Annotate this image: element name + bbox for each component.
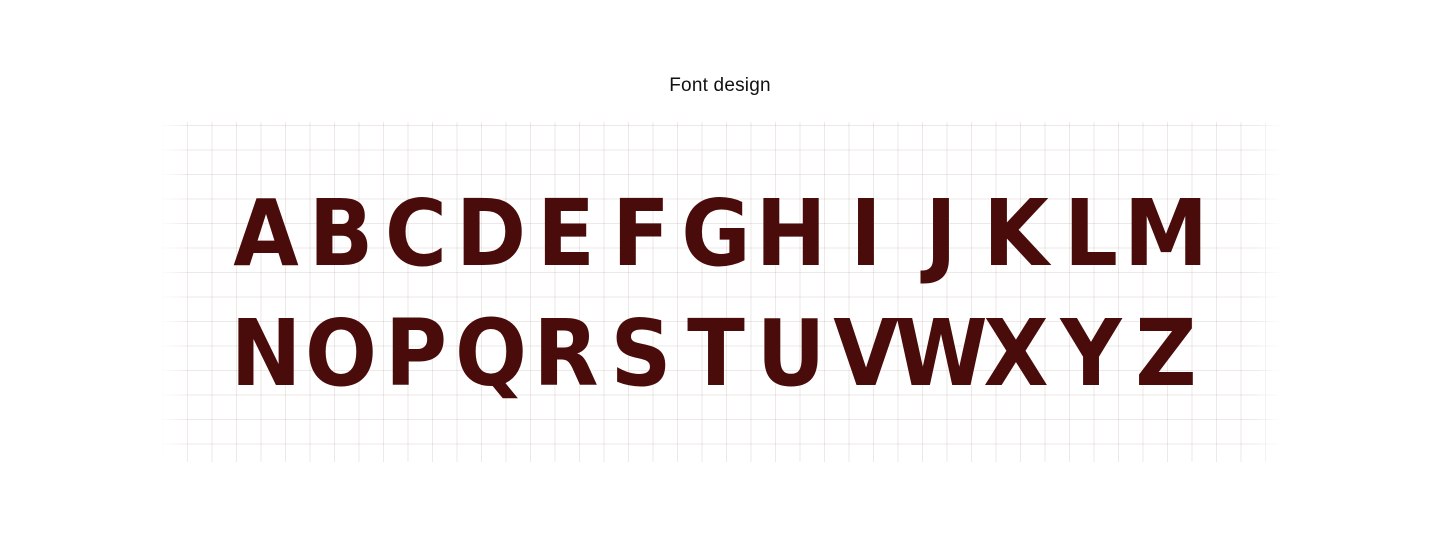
glyph-b: B	[308, 180, 374, 287]
glyph-r: R	[533, 300, 599, 407]
glyph-f: F	[612, 180, 670, 287]
glyph-m: M	[1123, 180, 1209, 287]
glyph-e: E	[537, 180, 595, 287]
glyph-c: C	[384, 180, 448, 287]
glyph-g: G	[681, 180, 751, 287]
page-title: Font design	[669, 75, 771, 96]
glyph-j: J	[925, 180, 957, 287]
glyph-x: X	[983, 300, 1049, 407]
glyph-p: P	[384, 300, 448, 407]
glyph-n: N	[230, 300, 302, 407]
glyph-o: O	[305, 300, 377, 407]
glyph-l: L	[1064, 180, 1118, 287]
glyph-w: W	[894, 300, 988, 407]
glyph-y: Y	[1060, 300, 1122, 407]
glyph-row-a-to-m: A B C D E F G H I J K L M	[233, 180, 1209, 287]
glyph-row-n-to-z: N O P Q R S T U V W X Y Z	[230, 300, 1197, 407]
glyph-u: U	[756, 300, 826, 407]
glyph-d: D	[455, 180, 527, 287]
glyph-k: K	[983, 180, 1049, 287]
glyph-z: Z	[1135, 300, 1197, 407]
glyph-v: V	[833, 300, 899, 407]
font-specimen-grid: A B C D E F G H I J K L M N O P Q R S T …	[160, 122, 1282, 462]
glyph-h: H	[755, 180, 827, 287]
glyph-a: A	[233, 180, 299, 287]
glyph-t: T	[687, 300, 745, 407]
glyph-s: S	[610, 300, 672, 407]
glyph-i: I	[850, 180, 882, 287]
glyph-q: Q	[455, 300, 527, 407]
